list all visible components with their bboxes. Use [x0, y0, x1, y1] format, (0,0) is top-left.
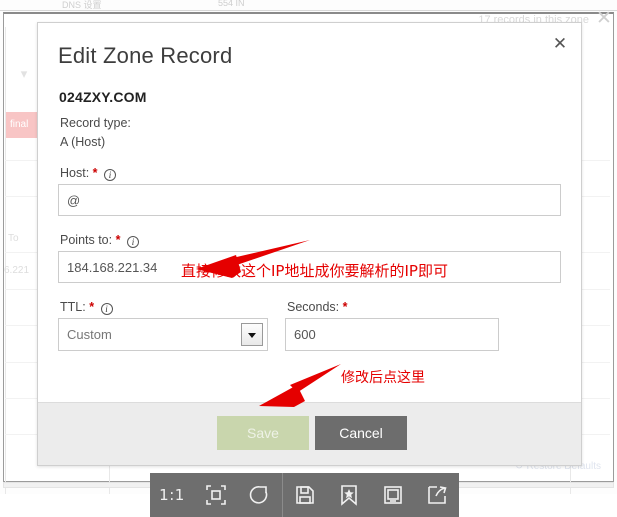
fit-frame-icon: [205, 484, 227, 506]
info-circle-icon-ttl[interactable]: i: [100, 303, 113, 315]
actual-size-button[interactable]: 1:1: [150, 473, 194, 517]
host-label-text: Host:: [60, 166, 90, 180]
chevron-down-icon[interactable]: [241, 323, 263, 346]
info-circle-icon-host[interactable]: i: [104, 169, 117, 181]
ttl-select[interactable]: Custom: [58, 318, 268, 351]
close-x-icon[interactable]: ✕: [594, 9, 614, 29]
faint-row-text-1: To: [8, 233, 19, 244]
edit-zone-record-dialog: ✕ Edit Zone Record 024ZXY.COM Record typ…: [37, 22, 582, 466]
background-top-left-text: DNS 设置: [62, 0, 102, 10]
required-marker-host: *: [92, 166, 98, 180]
points-to-label: Points to: * i: [60, 232, 561, 249]
faint-row-text-2: 6.221: [4, 265, 30, 276]
star-bookmark-icon: [338, 484, 360, 506]
screenshot-toolbar: 1:1: [150, 473, 459, 517]
dialog-footer: Save Cancel: [38, 402, 581, 465]
close-icon[interactable]: ✕: [547, 31, 573, 57]
background-top-right-text: 554 IN: [218, 0, 245, 8]
screen-pin-icon: [382, 484, 404, 506]
chevron-down-icon-left[interactable]: ▾: [16, 67, 32, 80]
ttl-field-group: TTL: * i Custom: [58, 299, 268, 351]
seconds-label: Seconds: *: [287, 299, 499, 316]
required-marker-seconds: *: [342, 300, 348, 314]
rotate-redo-button[interactable]: [238, 473, 283, 517]
save-button[interactable]: [283, 473, 327, 517]
background-vrule-left: [5, 27, 6, 494]
favorite-button[interactable]: [327, 473, 371, 517]
ttl-label-text: TTL:: [60, 300, 86, 314]
points-to-label-text: Points to:: [60, 233, 113, 247]
rotate-cw-icon: [249, 484, 271, 506]
required-marker-ttl: *: [89, 300, 95, 314]
save-button[interactable]: Save: [217, 416, 309, 450]
host-input[interactable]: [58, 184, 561, 216]
background-top-row: DNS 设置 554 IN: [0, 0, 617, 11]
ttl-selected-value: Custom: [67, 327, 112, 342]
seconds-input[interactable]: [285, 318, 499, 351]
fit-to-frame-button[interactable]: [194, 473, 238, 517]
ttl-label: TTL: * i: [60, 299, 268, 316]
share-export-icon: [426, 484, 448, 506]
record-type-value: A (Host): [60, 135, 106, 149]
required-marker-points: *: [115, 233, 121, 247]
seconds-label-text: Seconds:: [287, 300, 340, 314]
points-to-input[interactable]: [58, 251, 561, 283]
record-type-label: Record type:: [60, 116, 131, 130]
ttl-seconds-row: TTL: * i Custom Seconds: *: [58, 299, 561, 351]
host-label: Host: * i: [60, 165, 561, 182]
share-export-button[interactable]: [415, 473, 459, 517]
floppy-save-icon: [294, 484, 316, 506]
domain-label: 024ZXY.COM: [59, 89, 147, 105]
cancel-button[interactable]: Cancel: [315, 416, 407, 450]
screen-root: DNS 设置 554 IN 17 records in this zone ✕ …: [0, 0, 617, 517]
seconds-field-group: Seconds: *: [285, 299, 499, 351]
page-title: Edit Zone Record: [58, 43, 233, 68]
pin-to-screen-button[interactable]: [371, 473, 415, 517]
ratio-1-1-icon: 1:1: [159, 486, 185, 504]
info-circle-icon-points[interactable]: i: [126, 236, 139, 248]
dialog-form: Record type: A (Host) Host: * i Points t…: [38, 115, 581, 422]
